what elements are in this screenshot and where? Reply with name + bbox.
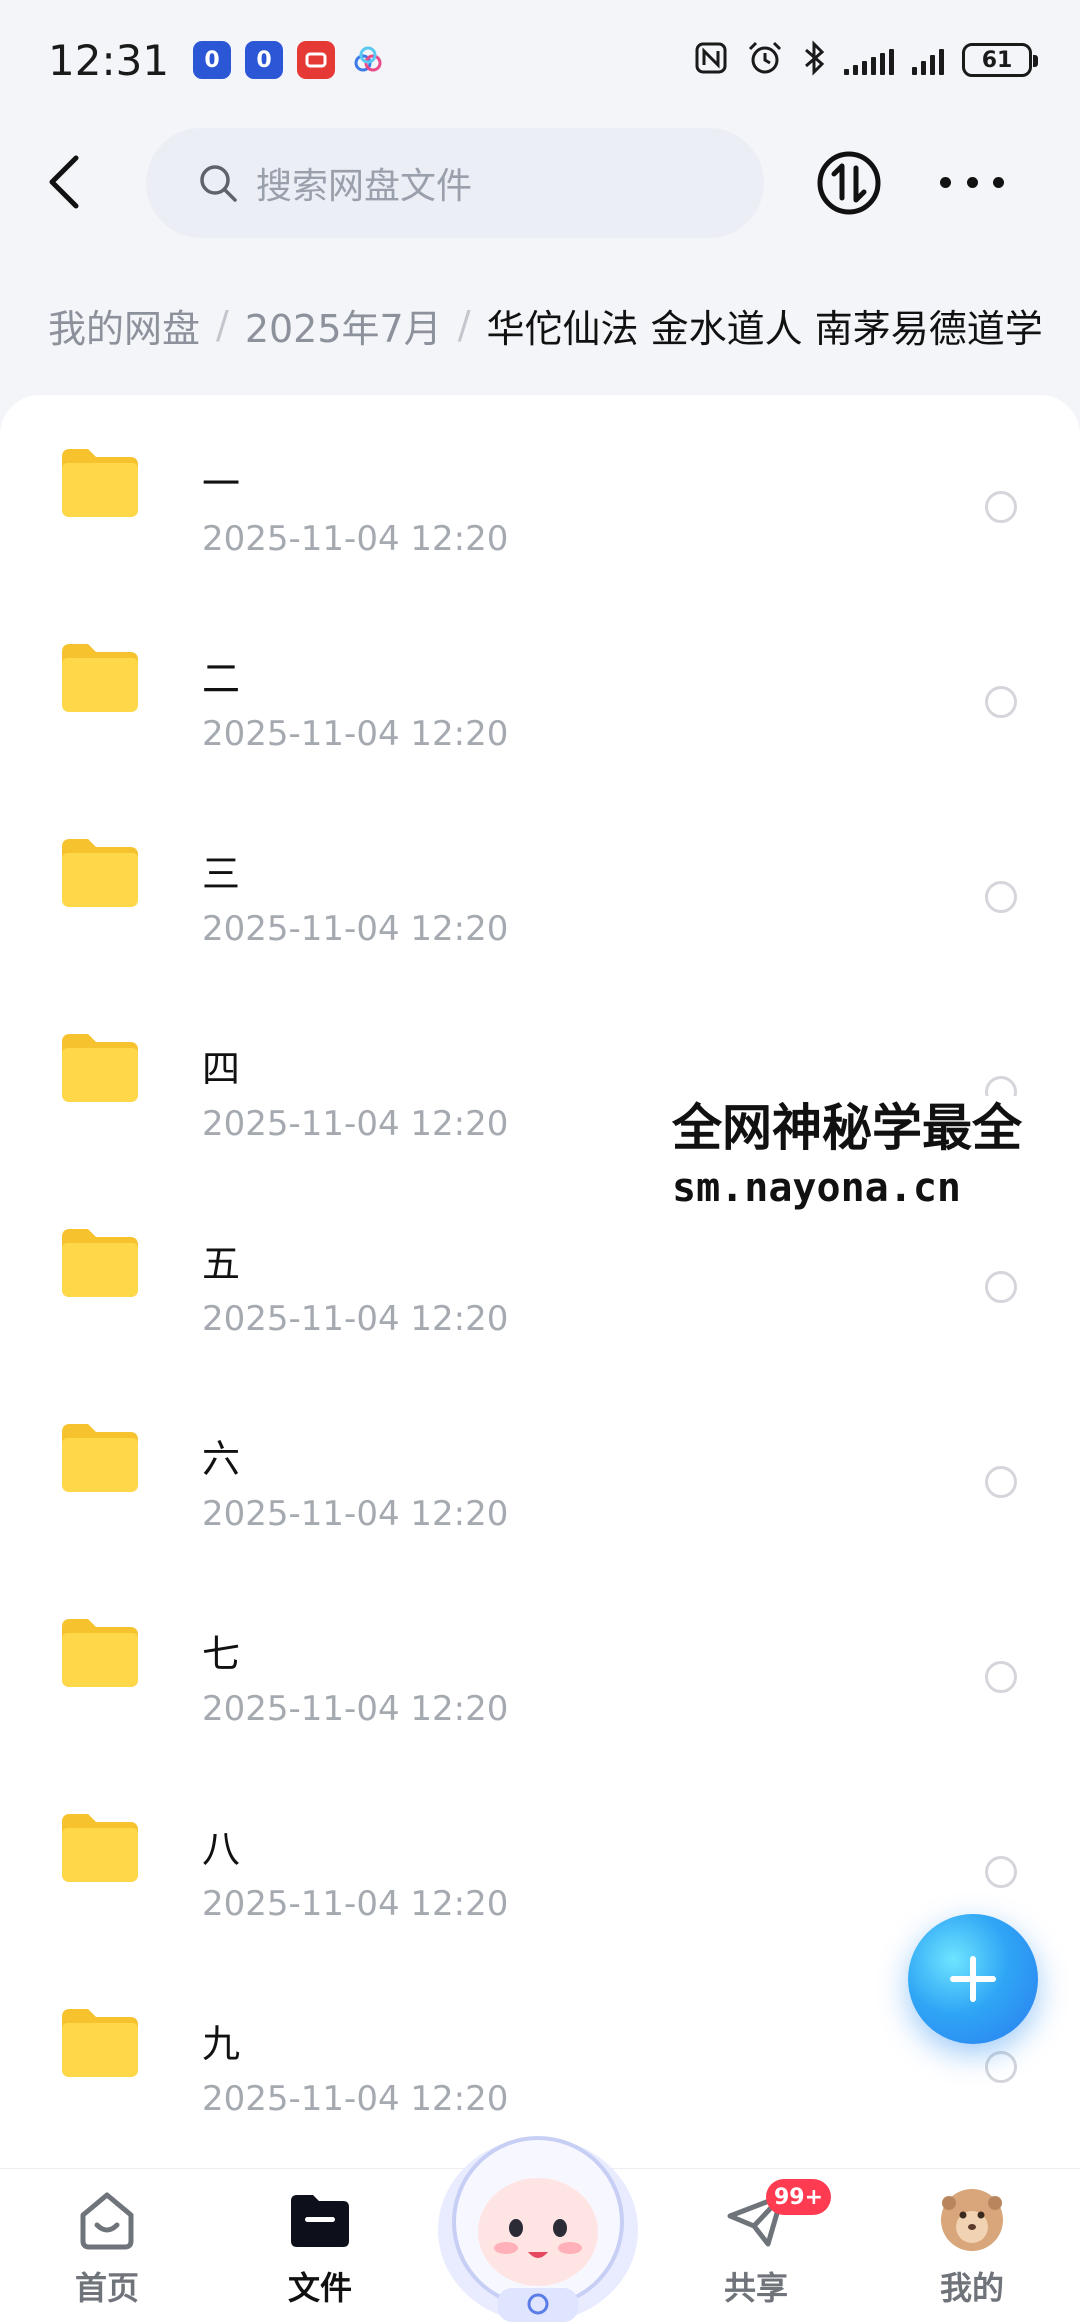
folder-name: 二 [202, 657, 241, 701]
share-count-badge: 99+ [766, 2179, 832, 2215]
folder-row[interactable]: 二 2025-11-04 12:20 [0, 590, 1080, 785]
select-checkbox[interactable] [985, 1271, 1017, 1303]
folder-name: 八 [202, 1827, 241, 1871]
select-checkbox[interactable] [985, 491, 1017, 523]
folder-date: 2025-11-04 12:20 [202, 1494, 509, 1534]
folder-name: 七 [202, 1632, 241, 1676]
nav-label-share: 共享 [723, 2269, 788, 2307]
nav-label-files: 文件 [287, 2269, 352, 2307]
watermark-title: 全网神秘学最全 [672, 1099, 1022, 1157]
select-checkbox[interactable] [985, 2051, 1017, 2083]
folder-icon [62, 1424, 138, 1492]
breadcrumb-item-root[interactable]: 我的网盘 [48, 298, 200, 353]
back-arrow-icon [49, 155, 79, 209]
status-right: 61 [694, 40, 1038, 80]
folder-date: 2025-11-04 12:20 [202, 1884, 509, 1924]
folder-icon [62, 839, 138, 907]
folder-date: 2025-11-04 12:20 [202, 1299, 509, 1339]
folder-row[interactable]: 七 2025-11-04 12:20 [0, 1565, 1080, 1760]
folder-name: 一 [202, 462, 241, 506]
watermark-overlay: 全网神秘学最全 sm.nayona.cn [672, 1096, 1080, 1216]
folder-date: 2025-11-04 12:20 [202, 1104, 509, 1144]
app-notification-icon [297, 41, 336, 79]
status-left: 12:31 0 0 [48, 36, 387, 85]
signal-icon [912, 45, 944, 75]
mascot-button[interactable] [432, 2110, 644, 2324]
folder-date: 2025-11-04 12:20 [202, 1689, 509, 1729]
select-checkbox[interactable] [985, 1661, 1017, 1693]
folder-icon [62, 2009, 138, 2077]
status-bar: 12:31 0 0 61 [0, 0, 1080, 120]
folder-icon [62, 1034, 138, 1102]
app-notification-icon: 0 [245, 41, 284, 79]
search-icon [200, 165, 237, 202]
select-checkbox[interactable] [985, 1466, 1017, 1498]
folder-date: 2025-11-04 12:20 [202, 909, 509, 949]
folder-name: 五 [202, 1242, 241, 1286]
status-time: 12:31 [48, 35, 170, 85]
folder-name: 三 [202, 852, 241, 896]
nav-item-files[interactable]: 文件 [240, 2185, 400, 2315]
folder-date: 2025-11-04 12:20 [202, 519, 509, 559]
file-list: 一 2025-11-04 12:20 二 2025-11-04 12:20 三 … [0, 395, 1080, 2175]
battery-indicator: 61 [962, 43, 1038, 77]
cloud-app-icon [349, 41, 387, 79]
nfc-icon [694, 41, 728, 79]
avatar [937, 2185, 1007, 2255]
breadcrumb-current: 华佗仙法 金水道人 南茅易德道学 [486, 306, 1043, 351]
breadcrumb-item-month[interactable]: 2025年7月 [245, 298, 442, 353]
more-dot-icon [993, 176, 1004, 188]
folder-row[interactable]: 八 2025-11-04 12:20 [0, 1760, 1080, 1955]
nav-item-share[interactable]: 99+ 共享 [676, 2179, 836, 2315]
search-placeholder: 搜索网盘文件 [256, 166, 473, 207]
folder-icon [62, 449, 138, 517]
more-menu-button[interactable] [940, 162, 1004, 202]
breadcrumb-separator: / [216, 303, 229, 347]
select-checkbox[interactable] [985, 881, 1017, 913]
transfer-button[interactable] [816, 150, 882, 216]
transfer-icon [817, 151, 881, 215]
alarm-icon [746, 40, 784, 80]
folder-tab-icon [285, 2185, 355, 2255]
add-button[interactable] [908, 1914, 1038, 2044]
more-dot-icon [940, 176, 951, 188]
breadcrumb: 我的网盘 / 2025年7月 / 华佗仙法 金水道人 南茅易德道学 [48, 290, 1080, 360]
breadcrumb-separator: / [457, 303, 471, 347]
folder-date: 2025-11-04 12:20 [202, 714, 509, 754]
back-button[interactable] [38, 150, 90, 214]
plus-icon [950, 1956, 996, 2002]
folder-row[interactable]: 三 2025-11-04 12:20 [0, 785, 1080, 980]
folder-icon [62, 1814, 138, 1882]
top-bar: 搜索网盘文件 [0, 120, 1080, 246]
select-checkbox[interactable] [985, 686, 1017, 718]
home-icon [72, 2185, 142, 2255]
nav-item-home[interactable]: 首页 [27, 2185, 187, 2315]
mascot-icon [438, 2136, 638, 2322]
folder-name: 六 [202, 1437, 241, 1481]
folder-row[interactable]: 六 2025-11-04 12:20 [0, 1370, 1080, 1565]
more-dot-icon [966, 176, 978, 188]
nav-item-mine[interactable]: 我的 [892, 2185, 1052, 2315]
bluetooth-icon [802, 40, 826, 80]
folder-icon [62, 644, 138, 712]
watermark-url: sm.nayona.cn [672, 1165, 961, 1211]
folder-icon [62, 1229, 138, 1297]
nav-label-mine: 我的 [939, 2269, 1004, 2307]
folder-row[interactable]: 一 2025-11-04 12:20 [0, 395, 1080, 590]
search-input[interactable]: 搜索网盘文件 [146, 128, 764, 238]
folder-icon [62, 1619, 138, 1687]
select-checkbox[interactable] [985, 1856, 1017, 1888]
app-notification-icon: 0 [193, 41, 232, 79]
folder-name: 九 [202, 2022, 241, 2066]
folder-name: 四 [202, 1047, 241, 1091]
signal-icon [844, 45, 894, 75]
nav-label-home: 首页 [74, 2269, 139, 2307]
